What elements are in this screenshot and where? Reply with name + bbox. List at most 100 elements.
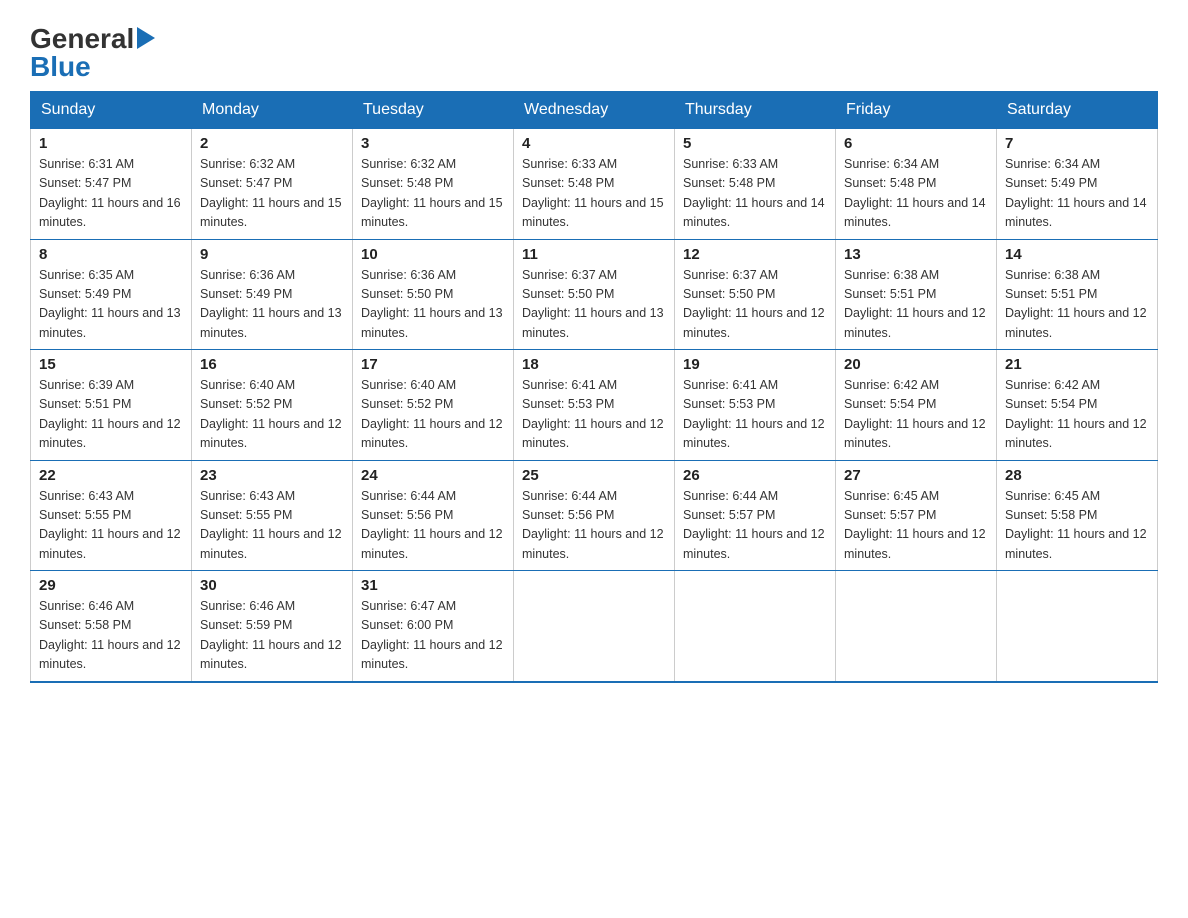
day-number: 1: [39, 135, 183, 152]
header-sunday: Sunday: [31, 92, 192, 128]
day-number: 19: [683, 356, 827, 373]
day-number: 20: [844, 356, 988, 373]
day-cell: 31 Sunrise: 6:47 AMSunset: 6:00 PMDaylig…: [353, 571, 514, 682]
day-info: Sunrise: 6:41 AMSunset: 5:53 PMDaylight:…: [683, 378, 825, 450]
day-cell: 13 Sunrise: 6:38 AMSunset: 5:51 PMDaylig…: [836, 239, 997, 350]
day-info: Sunrise: 6:36 AMSunset: 5:49 PMDaylight:…: [200, 268, 342, 340]
day-cell: 9 Sunrise: 6:36 AMSunset: 5:49 PMDayligh…: [192, 239, 353, 350]
day-cell: 6 Sunrise: 6:34 AMSunset: 5:48 PMDayligh…: [836, 128, 997, 239]
day-info: Sunrise: 6:38 AMSunset: 5:51 PMDaylight:…: [1005, 268, 1147, 340]
week-row-4: 22 Sunrise: 6:43 AMSunset: 5:55 PMDaylig…: [31, 460, 1158, 571]
day-number: 22: [39, 467, 183, 484]
day-number: 23: [200, 467, 344, 484]
week-row-5: 29 Sunrise: 6:46 AMSunset: 5:58 PMDaylig…: [31, 571, 1158, 682]
day-number: 5: [683, 135, 827, 152]
day-info: Sunrise: 6:37 AMSunset: 5:50 PMDaylight:…: [683, 268, 825, 340]
day-cell: 7 Sunrise: 6:34 AMSunset: 5:49 PMDayligh…: [997, 128, 1158, 239]
calendar-table: SundayMondayTuesdayWednesdayThursdayFrid…: [30, 91, 1158, 683]
day-info: Sunrise: 6:33 AMSunset: 5:48 PMDaylight:…: [683, 157, 825, 229]
day-number: 21: [1005, 356, 1149, 373]
day-cell: 30 Sunrise: 6:46 AMSunset: 5:59 PMDaylig…: [192, 571, 353, 682]
logo-arrow-icon: [137, 27, 155, 49]
day-number: 6: [844, 135, 988, 152]
day-info: Sunrise: 6:44 AMSunset: 5:56 PMDaylight:…: [361, 489, 503, 561]
day-info: Sunrise: 6:40 AMSunset: 5:52 PMDaylight:…: [361, 378, 503, 450]
day-info: Sunrise: 6:37 AMSunset: 5:50 PMDaylight:…: [522, 268, 664, 340]
day-info: Sunrise: 6:44 AMSunset: 5:57 PMDaylight:…: [683, 489, 825, 561]
day-number: 28: [1005, 467, 1149, 484]
day-number: 15: [39, 356, 183, 373]
day-cell: 22 Sunrise: 6:43 AMSunset: 5:55 PMDaylig…: [31, 460, 192, 571]
header-tuesday: Tuesday: [353, 92, 514, 128]
day-info: Sunrise: 6:40 AMSunset: 5:52 PMDaylight:…: [200, 378, 342, 450]
day-number: 17: [361, 356, 505, 373]
day-cell: 11 Sunrise: 6:37 AMSunset: 5:50 PMDaylig…: [514, 239, 675, 350]
logo-general-text: General: [30, 25, 134, 53]
week-row-2: 8 Sunrise: 6:35 AMSunset: 5:49 PMDayligh…: [31, 239, 1158, 350]
day-cell: 28 Sunrise: 6:45 AMSunset: 5:58 PMDaylig…: [997, 460, 1158, 571]
day-info: Sunrise: 6:45 AMSunset: 5:57 PMDaylight:…: [844, 489, 986, 561]
day-info: Sunrise: 6:46 AMSunset: 5:59 PMDaylight:…: [200, 599, 342, 671]
day-cell: 2 Sunrise: 6:32 AMSunset: 5:47 PMDayligh…: [192, 128, 353, 239]
day-number: 7: [1005, 135, 1149, 152]
day-cell: [514, 571, 675, 682]
day-cell: 17 Sunrise: 6:40 AMSunset: 5:52 PMDaylig…: [353, 350, 514, 461]
header-friday: Friday: [836, 92, 997, 128]
day-cell: [675, 571, 836, 682]
day-cell: 3 Sunrise: 6:32 AMSunset: 5:48 PMDayligh…: [353, 128, 514, 239]
day-cell: 27 Sunrise: 6:45 AMSunset: 5:57 PMDaylig…: [836, 460, 997, 571]
day-cell: 5 Sunrise: 6:33 AMSunset: 5:48 PMDayligh…: [675, 128, 836, 239]
day-info: Sunrise: 6:31 AMSunset: 5:47 PMDaylight:…: [39, 157, 181, 229]
header-wednesday: Wednesday: [514, 92, 675, 128]
day-cell: 23 Sunrise: 6:43 AMSunset: 5:55 PMDaylig…: [192, 460, 353, 571]
calendar-header-row: SundayMondayTuesdayWednesdayThursdayFrid…: [31, 92, 1158, 128]
day-info: Sunrise: 6:32 AMSunset: 5:48 PMDaylight:…: [361, 157, 503, 229]
day-info: Sunrise: 6:43 AMSunset: 5:55 PMDaylight:…: [39, 489, 181, 561]
day-number: 3: [361, 135, 505, 152]
day-cell: 21 Sunrise: 6:42 AMSunset: 5:54 PMDaylig…: [997, 350, 1158, 461]
day-number: 4: [522, 135, 666, 152]
day-info: Sunrise: 6:46 AMSunset: 5:58 PMDaylight:…: [39, 599, 181, 671]
header-saturday: Saturday: [997, 92, 1158, 128]
day-cell: 12 Sunrise: 6:37 AMSunset: 5:50 PMDaylig…: [675, 239, 836, 350]
day-number: 29: [39, 577, 183, 594]
day-number: 26: [683, 467, 827, 484]
day-cell: 19 Sunrise: 6:41 AMSunset: 5:53 PMDaylig…: [675, 350, 836, 461]
day-number: 24: [361, 467, 505, 484]
day-cell: 15 Sunrise: 6:39 AMSunset: 5:51 PMDaylig…: [31, 350, 192, 461]
week-row-3: 15 Sunrise: 6:39 AMSunset: 5:51 PMDaylig…: [31, 350, 1158, 461]
day-cell: 4 Sunrise: 6:33 AMSunset: 5:48 PMDayligh…: [514, 128, 675, 239]
day-cell: 20 Sunrise: 6:42 AMSunset: 5:54 PMDaylig…: [836, 350, 997, 461]
day-info: Sunrise: 6:33 AMSunset: 5:48 PMDaylight:…: [522, 157, 664, 229]
day-number: 13: [844, 246, 988, 263]
day-cell: 26 Sunrise: 6:44 AMSunset: 5:57 PMDaylig…: [675, 460, 836, 571]
day-info: Sunrise: 6:45 AMSunset: 5:58 PMDaylight:…: [1005, 489, 1147, 561]
day-number: 8: [39, 246, 183, 263]
day-cell: [836, 571, 997, 682]
day-number: 30: [200, 577, 344, 594]
day-cell: 10 Sunrise: 6:36 AMSunset: 5:50 PMDaylig…: [353, 239, 514, 350]
day-number: 10: [361, 246, 505, 263]
day-info: Sunrise: 6:42 AMSunset: 5:54 PMDaylight:…: [1005, 378, 1147, 450]
header-monday: Monday: [192, 92, 353, 128]
day-number: 27: [844, 467, 988, 484]
day-info: Sunrise: 6:42 AMSunset: 5:54 PMDaylight:…: [844, 378, 986, 450]
day-info: Sunrise: 6:34 AMSunset: 5:48 PMDaylight:…: [844, 157, 986, 229]
day-info: Sunrise: 6:36 AMSunset: 5:50 PMDaylight:…: [361, 268, 503, 340]
day-info: Sunrise: 6:39 AMSunset: 5:51 PMDaylight:…: [39, 378, 181, 450]
day-cell: 8 Sunrise: 6:35 AMSunset: 5:49 PMDayligh…: [31, 239, 192, 350]
day-info: Sunrise: 6:35 AMSunset: 5:49 PMDaylight:…: [39, 268, 181, 340]
day-number: 14: [1005, 246, 1149, 263]
page-header: General Blue: [30, 20, 1158, 81]
day-cell: [997, 571, 1158, 682]
day-cell: 18 Sunrise: 6:41 AMSunset: 5:53 PMDaylig…: [514, 350, 675, 461]
day-number: 25: [522, 467, 666, 484]
day-info: Sunrise: 6:43 AMSunset: 5:55 PMDaylight:…: [200, 489, 342, 561]
week-row-1: 1 Sunrise: 6:31 AMSunset: 5:47 PMDayligh…: [31, 128, 1158, 239]
day-info: Sunrise: 6:34 AMSunset: 5:49 PMDaylight:…: [1005, 157, 1147, 229]
day-info: Sunrise: 6:47 AMSunset: 6:00 PMDaylight:…: [361, 599, 503, 671]
day-cell: 16 Sunrise: 6:40 AMSunset: 5:52 PMDaylig…: [192, 350, 353, 461]
day-number: 9: [200, 246, 344, 263]
logo-blue-text: Blue: [30, 51, 91, 82]
logo: General Blue: [30, 25, 155, 81]
